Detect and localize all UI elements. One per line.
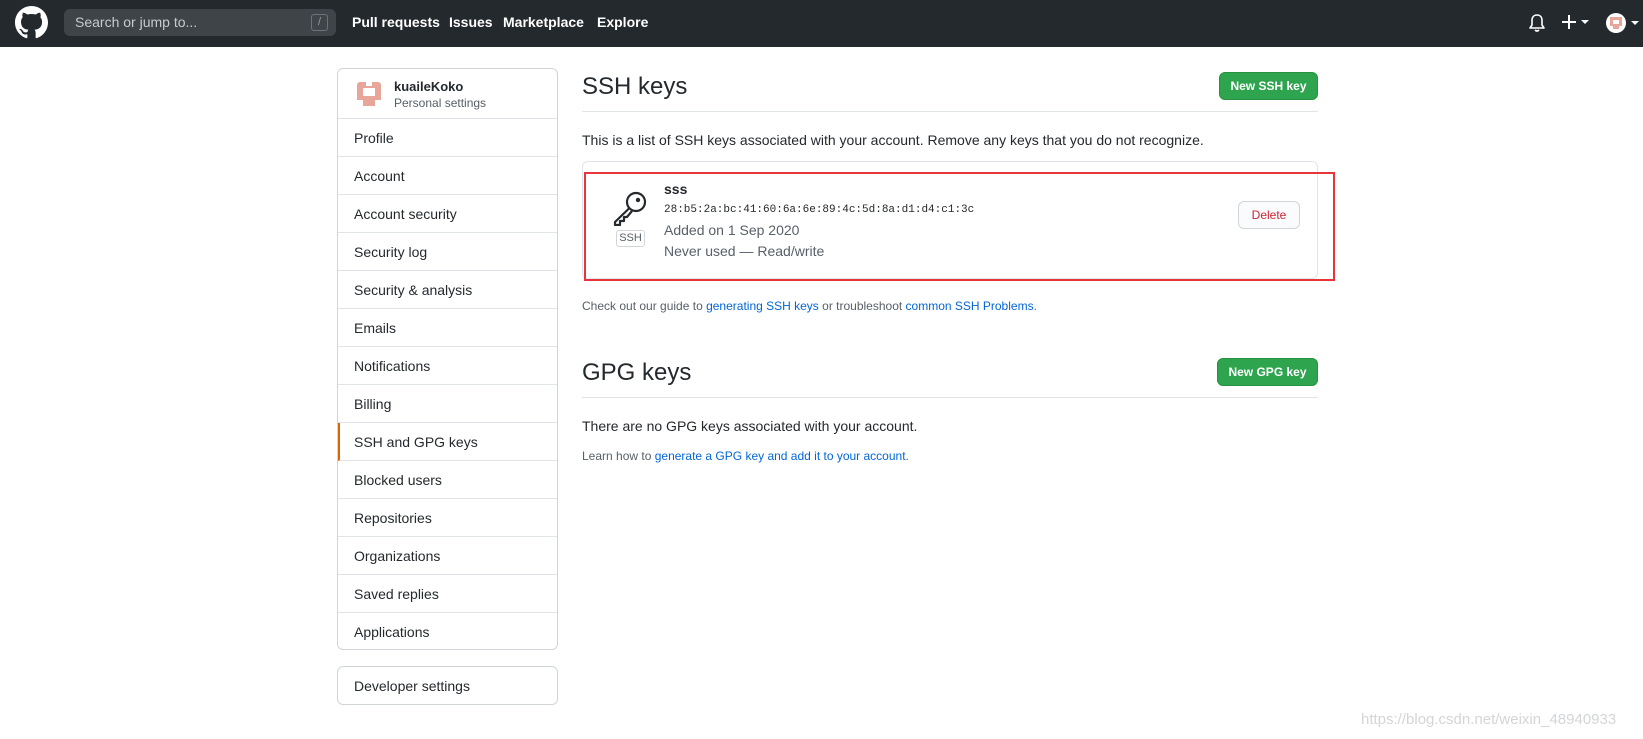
generate-gpg-key-link[interactable]: generate a GPG key and add it to your ac…: [655, 449, 906, 463]
search-placeholder: Search or jump to...: [75, 14, 198, 30]
gpg-heading-divider: [582, 397, 1318, 398]
search-input[interactable]: Search or jump to... /: [64, 9, 336, 36]
create-new-plus-icon[interactable]: [1561, 11, 1591, 33]
sidebar-user-header: kuaileKoko Personal settings: [338, 69, 557, 119]
nav-explore[interactable]: Explore: [597, 14, 648, 30]
sidebar-item-security-analysis[interactable]: Security & analysis: [338, 271, 557, 309]
learn-prefix: Learn how to: [582, 449, 655, 463]
gpg-keys-heading: GPG keys: [582, 359, 692, 386]
new-ssh-key-button[interactable]: New SSH key: [1219, 72, 1318, 100]
sidebar-item-emails[interactable]: Emails: [338, 309, 557, 347]
sidebar-item-account-security[interactable]: Account security: [338, 195, 557, 233]
sidebar-item-developer-settings[interactable]: Developer settings: [337, 666, 558, 705]
sidebar-item-security-log[interactable]: Security log: [338, 233, 557, 271]
sidebar-item-applications[interactable]: Applications: [338, 613, 557, 649]
sidebar-item-blocked-users[interactable]: Blocked users: [338, 461, 557, 499]
sidebar-item-repositories[interactable]: Repositories: [338, 499, 557, 537]
ssh-keys-heading: SSH keys: [582, 73, 688, 100]
gpg-learn-text: Learn how to generate a GPG key and add …: [582, 449, 909, 463]
search-shortcut-key: /: [311, 14, 328, 31]
annotation-highlight-box: [584, 172, 1335, 281]
user-avatar-menu-icon[interactable]: [1604, 11, 1640, 35]
generating-ssh-keys-link[interactable]: generating SSH keys: [706, 299, 819, 313]
ssh-guide-text: Check out our guide to generating SSH ke…: [582, 299, 1037, 313]
sidebar-item-account[interactable]: Account: [338, 157, 557, 195]
notifications-bell-icon[interactable]: [1528, 13, 1546, 33]
guide-middle: or troubleshoot: [818, 299, 906, 313]
sidebar-item-notifications[interactable]: Notifications: [338, 347, 557, 385]
sidebar-subtitle: Personal settings: [394, 96, 487, 110]
sidebar-item-organizations[interactable]: Organizations: [338, 537, 557, 575]
sidebar-item-saved-replies[interactable]: Saved replies: [338, 575, 557, 613]
sidebar-item-profile[interactable]: Profile: [338, 119, 557, 157]
sidebar-username[interactable]: kuaileKoko: [394, 79, 463, 94]
guide-prefix: Check out our guide to: [582, 299, 707, 313]
new-gpg-key-button[interactable]: New GPG key: [1217, 358, 1318, 386]
nav-pull-requests[interactable]: Pull requests: [352, 14, 440, 30]
ssh-intro-text: This is a list of SSH keys associated wi…: [582, 132, 1204, 148]
sidebar-item-ssh-gpg-keys[interactable]: SSH and GPG keys: [338, 423, 557, 461]
top-navigation-bar: Search or jump to... / Pull requests Iss…: [0, 0, 1643, 47]
guide-suffix: .: [1033, 299, 1037, 313]
github-logo-icon[interactable]: [15, 6, 48, 39]
settings-sidebar: kuaileKoko Personal settings Profile Acc…: [337, 68, 558, 650]
avatar[interactable]: [354, 79, 384, 109]
sidebar-item-billing[interactable]: Billing: [338, 385, 557, 423]
watermark-text: https://blog.csdn.net/weixin_48940933: [1361, 711, 1617, 728]
learn-suffix: .: [905, 449, 909, 463]
ssh-heading-divider: [582, 111, 1318, 112]
no-gpg-keys-text: There are no GPG keys associated with yo…: [582, 418, 918, 434]
nav-marketplace[interactable]: Marketplace: [503, 14, 584, 30]
nav-issues[interactable]: Issues: [449, 14, 493, 30]
common-ssh-problems-link[interactable]: common SSH Problems: [906, 299, 1034, 313]
